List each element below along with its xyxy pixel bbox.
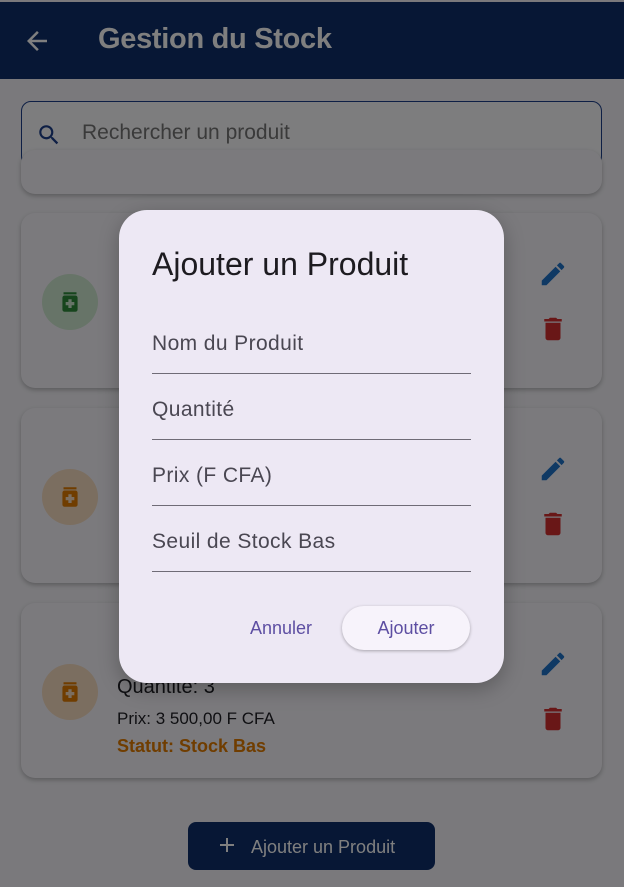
low-stock-threshold-input[interactable] [152, 522, 471, 554]
cancel-button[interactable]: Annuler [236, 607, 326, 649]
product-name-field[interactable] [152, 324, 471, 374]
low-stock-threshold-field[interactable] [152, 522, 471, 572]
dialog-title: Ajouter un Produit [152, 246, 409, 282]
add-product-dialog: Ajouter un Produit Annuler Ajouter [119, 210, 504, 683]
add-button[interactable]: Ajouter [342, 606, 470, 650]
quantity-input[interactable] [152, 390, 471, 422]
price-field[interactable] [152, 456, 471, 506]
quantity-field[interactable] [152, 390, 471, 440]
price-input[interactable] [152, 456, 471, 488]
product-name-input[interactable] [152, 324, 471, 356]
